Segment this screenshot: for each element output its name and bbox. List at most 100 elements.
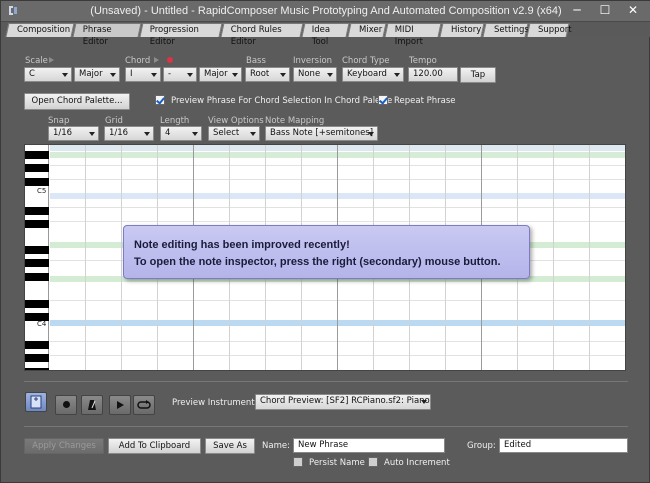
add-to-clipboard-button[interactable]: Add To Clipboard bbox=[108, 438, 201, 454]
save-as-button[interactable]: Save As bbox=[205, 438, 255, 454]
black-key[interactable] bbox=[25, 259, 49, 267]
repeat-phrase-checkbox[interactable] bbox=[378, 95, 388, 105]
black-key[interactable] bbox=[25, 341, 49, 349]
phrase-name-field[interactable]: New Phrase bbox=[293, 438, 445, 453]
black-key[interactable] bbox=[25, 178, 49, 186]
tab-bar: Composition Phrase Editor Progression Ed… bbox=[1, 22, 650, 47]
chevron-down-icon bbox=[232, 73, 238, 77]
tab-chord-rules-editor[interactable]: Chord Rules Editor bbox=[220, 23, 304, 47]
loop-icon bbox=[137, 400, 151, 409]
black-key[interactable] bbox=[25, 220, 49, 228]
preview-phrase-checkbox[interactable] bbox=[155, 95, 165, 105]
tab-phrase-editor[interactable]: Phrase Editor bbox=[72, 23, 142, 47]
apply-changes-button[interactable]: Apply Changes bbox=[24, 438, 104, 454]
scale-root-select[interactable]: C bbox=[24, 67, 72, 82]
snap-select[interactable]: 1/16 bbox=[48, 126, 99, 141]
chord-play-icon[interactable] bbox=[154, 57, 159, 63]
view-options-select[interactable]: Select bbox=[208, 126, 260, 141]
black-key[interactable] bbox=[25, 151, 49, 159]
bass-select[interactable]: Root bbox=[245, 67, 290, 82]
maximize-button[interactable]: ☐ bbox=[591, 1, 619, 21]
tab-label: Chord Rules Editor bbox=[230, 25, 282, 47]
tab-composition[interactable]: Composition bbox=[5, 23, 75, 37]
record-icon[interactable] bbox=[167, 57, 173, 63]
tooltip-line-1: Note editing has been improved recently! bbox=[134, 239, 350, 251]
tab-history[interactable]: History bbox=[439, 23, 485, 37]
black-key[interactable] bbox=[25, 246, 49, 254]
tab-midi-import[interactable]: MIDI Import bbox=[384, 23, 442, 47]
note-editing-tooltip: Note editing has been improved recently!… bbox=[123, 225, 530, 279]
tab-label: History bbox=[451, 25, 482, 35]
chevron-down-icon bbox=[62, 73, 68, 77]
black-key[interactable] bbox=[25, 164, 49, 172]
tab-label: Support bbox=[538, 25, 572, 35]
tab-label: Settings bbox=[494, 25, 529, 35]
tab-settings[interactable]: Settings bbox=[482, 23, 529, 37]
tap-tempo-button[interactable]: Tap bbox=[460, 67, 496, 83]
grid-line bbox=[85, 145, 86, 370]
group-field[interactable]: Edited bbox=[499, 438, 628, 453]
tempo-field[interactable]: 120.00 bbox=[408, 67, 458, 82]
scale-label: Scale bbox=[25, 56, 48, 66]
preview-instrument-value: Chord Preview: [SF2] RCPiano.sf2: Piano bbox=[260, 396, 430, 406]
grid-line bbox=[50, 165, 625, 166]
chord-type-select[interactable]: Keyboard bbox=[342, 67, 404, 82]
chord-alteration-value: - bbox=[168, 69, 172, 79]
piano-keyboard[interactable]: C5 C4 bbox=[25, 145, 49, 370]
auto-increment-checkbox[interactable] bbox=[368, 457, 378, 467]
grid-line bbox=[589, 145, 590, 370]
tab-idea-tool[interactable]: Idea Tool bbox=[301, 23, 350, 47]
auto-increment-label: Auto Increment bbox=[384, 458, 450, 468]
chevron-down-icon bbox=[151, 73, 157, 77]
chevron-down-icon bbox=[144, 132, 150, 136]
preview-instrument-select[interactable]: Chord Preview: [SF2] RCPiano.sf2: Piano bbox=[255, 394, 431, 410]
scale-type-select[interactable]: Major bbox=[74, 67, 120, 82]
black-key[interactable] bbox=[25, 300, 49, 308]
black-key[interactable] bbox=[25, 368, 49, 370]
persist-name-checkbox[interactable] bbox=[293, 457, 303, 467]
scale-root-value: C bbox=[29, 69, 35, 79]
grid-line bbox=[50, 207, 625, 208]
chord-alteration-select[interactable]: - bbox=[163, 67, 197, 82]
close-button[interactable]: ✕ bbox=[619, 1, 647, 21]
key-label-c4: C4 bbox=[37, 320, 47, 328]
record-dot-icon bbox=[62, 401, 70, 408]
grid-line bbox=[50, 300, 625, 301]
chord-degree-value: I bbox=[130, 69, 133, 79]
grid-select[interactable]: 1/16 bbox=[104, 126, 154, 141]
play-button[interactable] bbox=[109, 395, 131, 415]
repeat-phrase-label: Repeat Phrase bbox=[394, 96, 456, 106]
minimize-button[interactable]: ─ bbox=[563, 1, 591, 21]
tab-mixer[interactable]: Mixer bbox=[347, 23, 387, 37]
phrase-settings-button[interactable] bbox=[25, 392, 47, 412]
open-chord-palette-button[interactable]: Open Chord Palette... bbox=[24, 93, 130, 110]
chevron-down-icon bbox=[89, 132, 95, 136]
scale-play-icon[interactable] bbox=[49, 57, 54, 63]
divider bbox=[24, 381, 628, 382]
record-button[interactable] bbox=[55, 395, 77, 415]
metronome-button[interactable] bbox=[81, 395, 103, 415]
chevron-down-icon bbox=[250, 132, 256, 136]
tab-support[interactable]: Support bbox=[526, 23, 572, 37]
tab-label: MIDI Import bbox=[394, 25, 423, 47]
title-bar: (Unsaved) - Untitled - RapidComposer Mus… bbox=[1, 1, 650, 22]
inversion-select[interactable]: None bbox=[293, 67, 337, 82]
app-window: (Unsaved) - Untitled - RapidComposer Mus… bbox=[0, 0, 650, 483]
tab-label: Phrase Editor bbox=[82, 25, 112, 47]
snap-value: 1/16 bbox=[53, 128, 73, 138]
grid-line bbox=[50, 221, 625, 222]
tab-progression-editor[interactable]: Progression Editor bbox=[139, 23, 223, 47]
grid-line bbox=[50, 341, 625, 342]
chord-degree-select[interactable]: I bbox=[125, 67, 161, 82]
chord-quality-select[interactable]: Major bbox=[199, 67, 242, 82]
bass-value: Root bbox=[250, 69, 270, 79]
length-select[interactable]: 4 bbox=[160, 126, 202, 141]
black-key[interactable] bbox=[25, 207, 49, 215]
black-key[interactable] bbox=[25, 273, 49, 281]
note-mapping-select[interactable]: Bass Note [+semitones] bbox=[265, 126, 378, 141]
grid-value: 1/16 bbox=[109, 128, 129, 138]
black-key[interactable] bbox=[25, 354, 49, 362]
length-value: 4 bbox=[165, 128, 171, 138]
loop-button[interactable] bbox=[133, 395, 155, 415]
chevron-down-icon bbox=[110, 73, 116, 77]
